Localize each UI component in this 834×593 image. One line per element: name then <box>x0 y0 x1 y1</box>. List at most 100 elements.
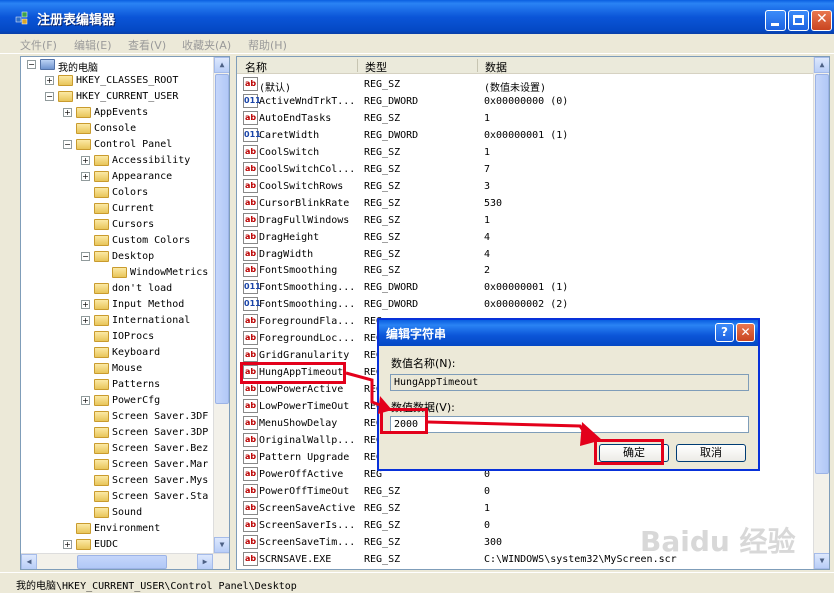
value-name: Pattern Upgrade <box>259 451 350 463</box>
registry-tree[interactable]: − 我的电脑 + HKEY_CLASSES_ROOT − HKEY_CURRENT_USE… <box>20 56 230 570</box>
dialog-title-bar[interactable]: 编辑字符串 ? ✕ <box>379 320 758 346</box>
help-button[interactable]: ? <box>715 323 734 342</box>
tree-node-label: Patterns <box>112 379 161 390</box>
tree-node-label: Screen Saver.3DF <box>112 411 209 422</box>
value-row[interactable]: ab DragWidth REG_SZ 4 <box>237 246 815 263</box>
value-data: 7 <box>484 163 491 175</box>
folder-icon <box>94 379 109 390</box>
computer-icon <box>40 59 55 70</box>
string-value-icon: ab <box>243 500 258 515</box>
value-data: 4 <box>484 231 491 243</box>
values-list[interactable]: 名称 类型 数据 ab (默认) REG_SZ (数值未设置) 011 ActiveWnd… <box>236 56 830 570</box>
string-value-icon: ab <box>243 178 258 193</box>
string-value-icon: ab <box>243 246 258 261</box>
folder-icon <box>94 363 109 374</box>
scroll-up-icon[interactable]: ▲ <box>214 57 229 73</box>
string-value-icon: ab <box>243 263 258 278</box>
menu-help[interactable]: 帮助(H) <box>248 37 287 53</box>
expand-icon[interactable]: + <box>81 156 90 165</box>
column-data[interactable]: 数据 <box>485 59 507 75</box>
scroll-left-icon[interactable]: ◀ <box>21 554 37 569</box>
tree-node-label: Custom Colors <box>112 235 191 246</box>
collapse-icon[interactable]: − <box>63 140 72 149</box>
column-type[interactable]: 类型 <box>365 59 387 75</box>
scroll-down-icon[interactable]: ▼ <box>214 537 229 553</box>
folder-icon <box>94 219 109 230</box>
scroll-down-icon[interactable]: ▼ <box>814 553 829 569</box>
tree-node-label: Sound <box>112 507 143 518</box>
folder-icon <box>94 315 109 326</box>
close-button[interactable]: ✕ <box>811 10 832 31</box>
list-vertical-scrollbar[interactable]: ▲ ▼ <box>813 57 829 569</box>
value-name: CaretWidth <box>259 129 320 141</box>
minimize-button[interactable] <box>765 10 786 31</box>
value-row[interactable]: ab DragHeight REG_SZ 4 <box>237 229 815 246</box>
expand-icon[interactable]: + <box>45 76 54 85</box>
expand-icon[interactable]: + <box>63 108 72 117</box>
menu-view[interactable]: 查看(V) <box>128 37 166 53</box>
value-data-input[interactable]: 2000 <box>390 416 749 433</box>
value-type: REG_SZ <box>364 214 401 226</box>
collapse-icon[interactable]: − <box>27 60 36 69</box>
value-type: REG_SZ <box>364 265 401 277</box>
value-data: 0x00000000 (0) <box>484 95 569 107</box>
column-name[interactable]: 名称 <box>245 59 267 75</box>
collapse-icon[interactable]: − <box>81 252 90 261</box>
scroll-thumb[interactable] <box>815 74 829 474</box>
tree-horizontal-scrollbar[interactable]: ◀ ▶ <box>21 553 229 569</box>
tree-node-label: Mouse <box>112 363 143 374</box>
maximize-button[interactable] <box>788 10 809 31</box>
value-row[interactable]: ab (默认) REG_SZ (数值未设置) <box>237 76 815 94</box>
scroll-thumb[interactable] <box>215 74 229 404</box>
scroll-up-icon[interactable]: ▲ <box>814 57 829 73</box>
value-row[interactable]: 011 ActiveWndTrkT... REG_DWORD 0x00000000 (… <box>237 93 815 110</box>
folder-icon <box>58 91 73 102</box>
highlight-box <box>240 362 346 384</box>
minimize-icon <box>771 23 779 26</box>
registry-icon <box>15 11 28 25</box>
value-row[interactable]: ab CoolSwitchCol... REG_SZ 7 <box>237 161 815 178</box>
value-data: 0 <box>484 485 491 497</box>
value-row[interactable]: ab CoolSwitch REG_SZ 1 <box>237 144 815 161</box>
folder-icon <box>94 155 109 166</box>
expand-icon[interactable]: + <box>81 396 90 405</box>
menu-file[interactable]: 文件(F) <box>20 37 57 53</box>
scroll-right-icon[interactable]: ▶ <box>197 554 213 569</box>
hscroll-thumb[interactable] <box>77 555 167 569</box>
column-divider[interactable] <box>357 59 358 72</box>
column-divider[interactable] <box>477 59 478 72</box>
value-row[interactable]: ab FontSmoothing REG_SZ 2 <box>237 262 815 279</box>
value-row[interactable]: ab PowerOffTimeOut REG_SZ 0 <box>237 483 815 500</box>
value-row[interactable]: ab CursorBlinkRate REG_SZ 530 <box>237 195 815 212</box>
dialog-close-button[interactable]: ✕ <box>736 323 755 342</box>
expand-icon[interactable]: + <box>81 316 90 325</box>
value-row[interactable]: 011 CaretWidth REG_DWORD 0x00000001 (1) <box>237 127 815 144</box>
tree-vertical-scrollbar[interactable]: ▲ ▼ <box>213 57 229 553</box>
expand-icon[interactable]: + <box>81 300 90 309</box>
value-name: SCRNSAVE.EXE <box>259 553 332 565</box>
menu-edit[interactable]: 编辑(E) <box>74 37 112 53</box>
status-bar: 我的电脑\HKEY_CURRENT_USER\Control Panel\Des… <box>0 572 834 593</box>
registry-editor-window: 注册表编辑器 ✕ 文件(F) 编辑(E) 查看(V) 收藏夹(A) 帮助(H) … <box>0 0 834 593</box>
value-row[interactable]: 011 FontSmoothing... REG_DWORD 0x00000001 (… <box>237 279 815 296</box>
value-row[interactable]: ab ScreenSaveActive REG_SZ 1 <box>237 500 815 517</box>
string-value-icon: ab <box>243 449 258 464</box>
expand-icon[interactable]: + <box>81 172 90 181</box>
dword-value-icon: 011 <box>243 127 261 142</box>
collapse-icon[interactable]: − <box>45 92 54 101</box>
expand-icon[interactable]: + <box>63 540 72 549</box>
tree-node-label: PowerCfg <box>112 395 161 406</box>
title-bar[interactable]: 注册表编辑器 ✕ <box>0 0 834 34</box>
value-name: CoolSwitchRows <box>259 180 344 192</box>
value-row[interactable]: ab DragFullWindows REG_SZ 1 <box>237 212 815 229</box>
value-type: REG_DWORD <box>364 299 419 311</box>
value-row[interactable]: 011 FontSmoothing... REG_DWORD 0x00000002 (… <box>237 296 815 313</box>
menu-favorites[interactable]: 收藏夹(A) <box>182 37 231 53</box>
value-row[interactable]: ab CoolSwitchRows REG_SZ 3 <box>237 178 815 195</box>
value-row[interactable]: ab AutoEndTasks REG_SZ 1 <box>237 110 815 127</box>
folder-icon <box>76 139 91 150</box>
folder-icon <box>94 251 109 262</box>
cancel-button[interactable]: 取消 <box>676 444 746 462</box>
tree-node-label: Desktop <box>112 251 155 262</box>
value-name-field: HungAppTimeout <box>390 374 749 391</box>
